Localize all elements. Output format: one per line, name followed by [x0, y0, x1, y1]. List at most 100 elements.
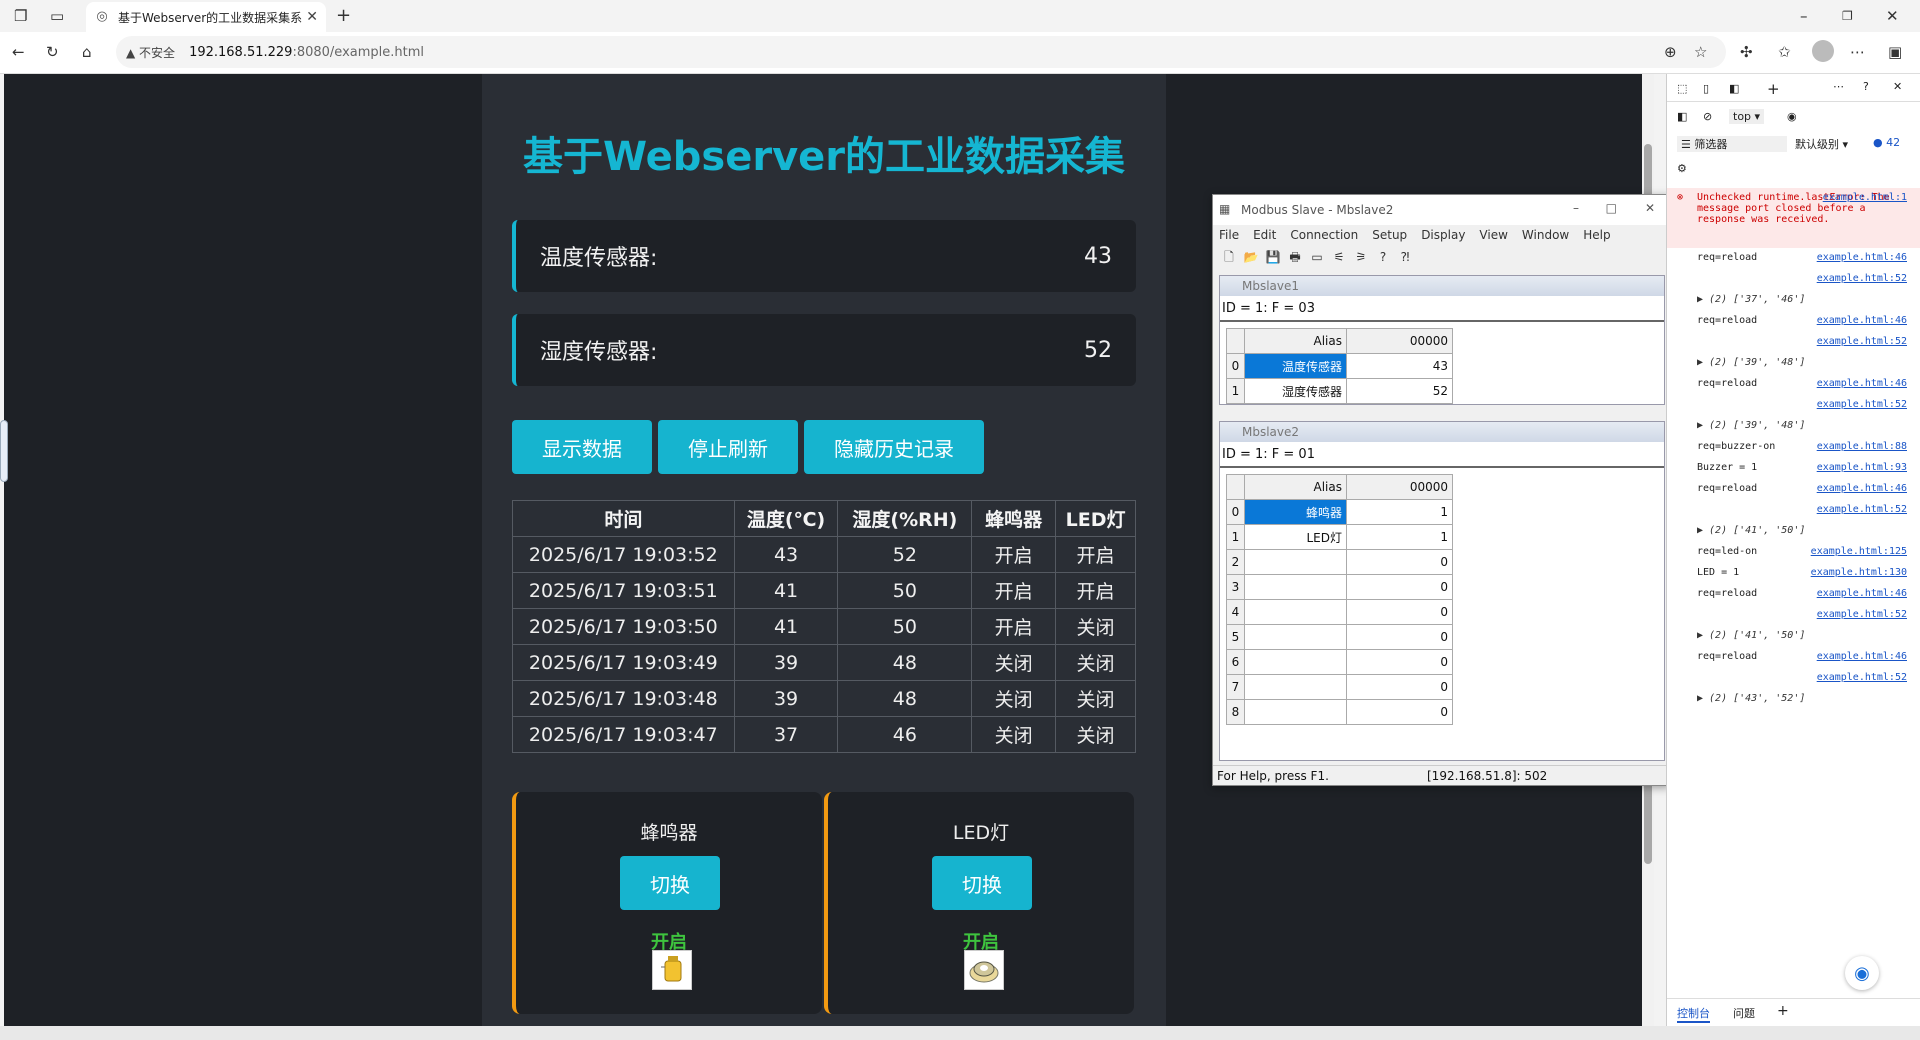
device-icon[interactable]: ▯ [1703, 82, 1709, 95]
menu-item[interactable]: Setup [1372, 228, 1407, 242]
value-cell[interactable]: 0 [1346, 549, 1453, 575]
console-source-link[interactable]: example.html:130 [1811, 567, 1907, 578]
menu-item[interactable]: View [1479, 228, 1507, 242]
console-source-link[interactable]: example.html:46 [1817, 252, 1907, 263]
grid-row[interactable]: 1 湿度传感器 52 [1226, 378, 1453, 404]
menu-item[interactable]: Display [1421, 228, 1465, 242]
clear-console-icon[interactable]: ⊘ [1703, 110, 1712, 123]
console-source-link[interactable]: example.html:52 [1817, 273, 1907, 284]
grid-row[interactable]: 0 蜂鸣器 1 [1226, 499, 1453, 525]
console-source-link[interactable]: example.html:46 [1817, 378, 1907, 389]
new-tab-icon[interactable]: + [336, 6, 351, 26]
tab-actions-icon[interactable]: ▭ [50, 6, 64, 26]
value-cell[interactable]: 52 [1346, 378, 1453, 404]
menu-item[interactable]: Window [1522, 228, 1569, 242]
alias-cell[interactable] [1244, 574, 1347, 600]
show-data-button[interactable]: 显示数据 [512, 420, 652, 474]
devtools-close-icon[interactable]: ✕ [1893, 80, 1902, 93]
zoom-icon[interactable]: ⊕ [1664, 42, 1677, 62]
alias-cell[interactable] [1244, 599, 1347, 625]
console-message[interactable]: ▶ (2) ['39', '48'] [1697, 420, 1805, 431]
devtools-more-icon[interactable]: ⋯ [1833, 80, 1844, 93]
value-cell[interactable]: 0 [1346, 699, 1453, 725]
disconnect-icon[interactable]: ⚞ [1353, 249, 1369, 265]
grid-row[interactable]: 50 [1226, 624, 1453, 650]
alias-cell[interactable] [1244, 624, 1347, 650]
console-source-link[interactable]: example.html:46 [1817, 588, 1907, 599]
dock-icon[interactable]: ◧ [1729, 82, 1739, 95]
stop-refresh-button[interactable]: 停止刷新 [658, 420, 798, 474]
value-cell[interactable]: 0 [1346, 674, 1453, 700]
profile-avatar[interactable] [1812, 40, 1834, 62]
console-message[interactable]: ▶ (2) ['37', '46'] [1697, 294, 1805, 305]
window-icon[interactable]: ▭ [1309, 249, 1325, 265]
value-cell[interactable]: 0 [1346, 599, 1453, 625]
inspect-icon[interactable]: ⬚ [1677, 82, 1687, 95]
context-select[interactable]: top ▾ [1729, 109, 1765, 124]
console-source-link[interactable]: example.html:93 [1817, 462, 1907, 473]
grid-row[interactable]: 0 温度传感器 43 [1226, 353, 1453, 379]
value-cell[interactable]: 43 [1346, 353, 1453, 379]
settings-gear-icon[interactable]: ⚙ [1677, 162, 1687, 175]
close-tab-icon[interactable]: ✕ [306, 9, 318, 25]
context-help-icon[interactable]: ⁈ [1397, 249, 1413, 265]
mbslave1-caption[interactable]: Mbslave1 [1220, 276, 1664, 296]
eye-icon[interactable]: ◉ [1787, 110, 1797, 123]
value-cell[interactable]: 0 [1346, 574, 1453, 600]
alias-cell[interactable]: LED灯 [1244, 524, 1347, 550]
workspaces-icon[interactable]: ❐ [14, 6, 27, 26]
grid-row[interactable]: 70 [1226, 674, 1453, 700]
buzzer-toggle-button[interactable]: 切换 [620, 856, 720, 910]
copilot-button[interactable]: ◉ [1845, 956, 1879, 990]
back-icon[interactable]: ← [12, 42, 25, 62]
sidebar-icon[interactable]: ◧ [1677, 110, 1687, 123]
modbus-maximize-icon[interactable]: □ [1606, 201, 1617, 215]
browser-tab[interactable]: ◎ 基于Webserver的工业数据采集系 ✕ [86, 2, 326, 32]
console-source-link[interactable]: example.html:125 [1811, 546, 1907, 557]
modbus-close-icon[interactable]: ✕ [1645, 201, 1655, 215]
console-source-link[interactable]: example.html:52 [1817, 399, 1907, 410]
help-icon[interactable]: ? [1375, 249, 1391, 265]
alias-cell[interactable] [1244, 699, 1347, 725]
menu-item[interactable]: Help [1583, 228, 1610, 242]
log-level-select[interactable]: 默认级别 ▾ [1795, 136, 1848, 152]
console-source-link[interactable]: example.html:46 [1817, 651, 1907, 662]
devtools-help-icon[interactable]: ? [1863, 80, 1869, 93]
error-source[interactable]: example.html:1 [1823, 192, 1907, 203]
print-icon[interactable]: 🖶 [1287, 249, 1303, 265]
minimize-icon[interactable]: – [1800, 6, 1808, 26]
console-tab[interactable]: 控制台 [1677, 1005, 1710, 1023]
favorites-icon[interactable]: ✩ [1778, 42, 1791, 62]
value-cell[interactable]: 1 [1346, 524, 1453, 550]
grid-row[interactable]: 40 [1226, 599, 1453, 625]
console-source-link[interactable]: example.html:52 [1817, 672, 1907, 683]
url-field[interactable]: ▲ 不安全 192.168.51.229:8080/example.html [116, 36, 1726, 68]
save-icon[interactable]: 💾 [1265, 249, 1281, 265]
mbslave2-caption[interactable]: Mbslave2 [1220, 422, 1664, 442]
hide-history-button[interactable]: 隐藏历史记录 [804, 420, 984, 474]
value-cell[interactable]: 1 [1346, 499, 1453, 525]
console-source-link[interactable]: example.html:52 [1817, 336, 1907, 347]
menu-item[interactable]: File [1219, 228, 1239, 242]
filter-input[interactable]: ☰ 筛选器 [1677, 136, 1787, 152]
console-source-link[interactable]: example.html:46 [1817, 483, 1907, 494]
console-message[interactable]: ▶ (2) ['41', '50'] [1697, 525, 1805, 536]
console-source-link[interactable]: example.html:52 [1817, 504, 1907, 515]
alias-cell[interactable]: 湿度传感器 [1244, 378, 1347, 404]
value-cell[interactable]: 0 [1346, 649, 1453, 675]
restore-icon[interactable]: ❐ [1842, 6, 1853, 26]
menu-item[interactable]: Connection [1290, 228, 1358, 242]
add-panel-icon[interactable]: + [1767, 80, 1780, 98]
console-source-link[interactable]: example.html:52 [1817, 609, 1907, 620]
grid-row[interactable]: 20 [1226, 549, 1453, 575]
console-source-link[interactable]: example.html:46 [1817, 315, 1907, 326]
extensions-icon[interactable]: ✣ [1740, 42, 1753, 62]
issues-tab[interactable]: 问题 [1733, 1005, 1755, 1021]
favorite-star-icon[interactable]: ☆ [1694, 42, 1707, 62]
alias-cell[interactable]: 蜂鸣器 [1244, 499, 1347, 525]
modbus-minimize-icon[interactable]: – [1573, 201, 1579, 215]
sidebar-toggle-icon[interactable]: ▣ [1888, 42, 1902, 62]
home-icon[interactable]: ⌂ [82, 42, 92, 62]
alias-cell[interactable]: 温度传感器 [1244, 353, 1347, 379]
value-cell[interactable]: 0 [1346, 624, 1453, 650]
